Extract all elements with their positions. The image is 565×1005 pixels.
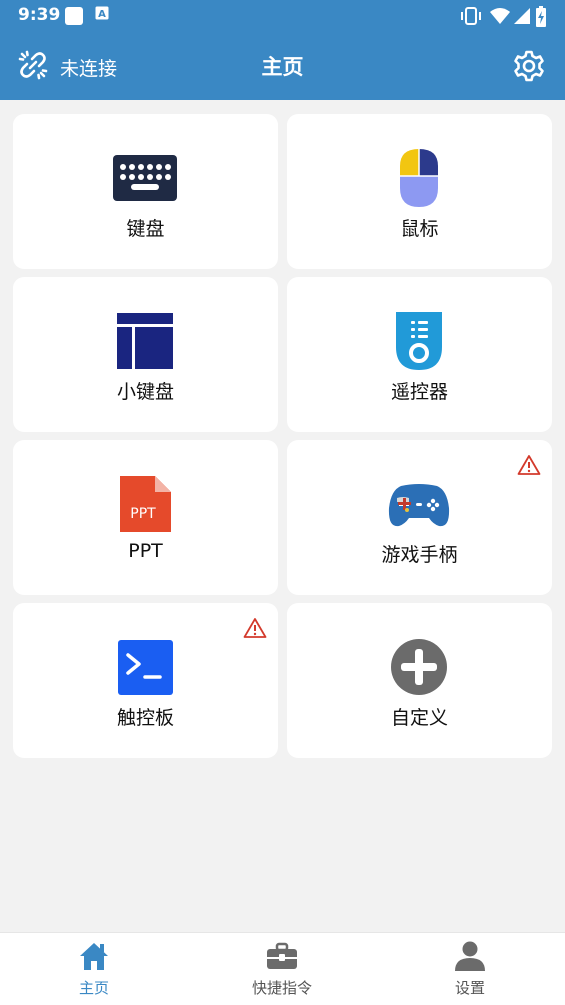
square-notification-icon (65, 7, 83, 25)
a-notification-icon: A (95, 6, 109, 20)
tile-touchpad[interactable]: 触控板 (13, 603, 278, 758)
tile-label: PPT (128, 540, 163, 562)
svg-text:A: A (98, 9, 106, 20)
tile-custom[interactable]: 自定义 (287, 603, 552, 758)
terminal-icon (118, 640, 173, 695)
vibrate-icon (461, 7, 481, 25)
warning-icon (517, 455, 541, 475)
tile-label: 触控板 (116, 707, 174, 729)
numpad-icon (117, 313, 173, 369)
ppt-icon: PPT (120, 476, 171, 532)
tile-numpad[interactable]: 小键盘 (13, 277, 278, 432)
tile-mouse[interactable]: 鼠标 (287, 114, 552, 269)
toolbox-icon (267, 942, 297, 969)
tile-gamepad[interactable]: 游戏手柄 (287, 440, 552, 595)
tile-label: 小键盘 (116, 381, 174, 403)
tile-label: 自定义 (390, 707, 448, 729)
nav-home[interactable]: 主页 (0, 933, 188, 1005)
person-icon (455, 941, 485, 971)
keyboard-icon (113, 155, 177, 201)
status-time: 9:39 (18, 5, 61, 25)
nav-label: 设置 (454, 979, 485, 997)
home-icon (80, 943, 108, 970)
signal-icon (514, 8, 530, 24)
nav-label: 主页 (78, 979, 109, 997)
tile-ppt[interactable]: PPT PPT (13, 440, 278, 595)
nav-shortcuts[interactable]: 快捷指令 (188, 933, 376, 1005)
settings-gear-icon[interactable] (512, 49, 546, 83)
app-bar: 未连接 主页 (0, 32, 565, 100)
tile-label: 键盘 (126, 218, 165, 240)
bottom-nav: 主页 快捷指令 设置 (0, 932, 565, 1005)
remote-icon (396, 312, 442, 370)
add-circle-icon (391, 639, 447, 695)
battery-icon (536, 6, 546, 27)
wifi-icon (490, 8, 510, 24)
nav-settings[interactable]: 设置 (376, 933, 564, 1005)
warning-icon (243, 618, 267, 638)
status-bar: 9:39 A (0, 0, 565, 32)
nav-label: 快捷指令 (251, 979, 312, 997)
page-title: 主页 (261, 55, 304, 79)
tile-keyboard[interactable]: 键盘 (13, 114, 278, 269)
tile-remote[interactable]: 遥控器 (287, 277, 552, 432)
tile-label: 游戏手柄 (381, 544, 458, 566)
tile-label: 遥控器 (390, 381, 448, 403)
ppt-icon-text: PPT (130, 506, 156, 522)
gamepad-icon (388, 484, 450, 527)
tile-label: 鼠标 (400, 218, 439, 240)
mouse-icon (400, 149, 438, 207)
